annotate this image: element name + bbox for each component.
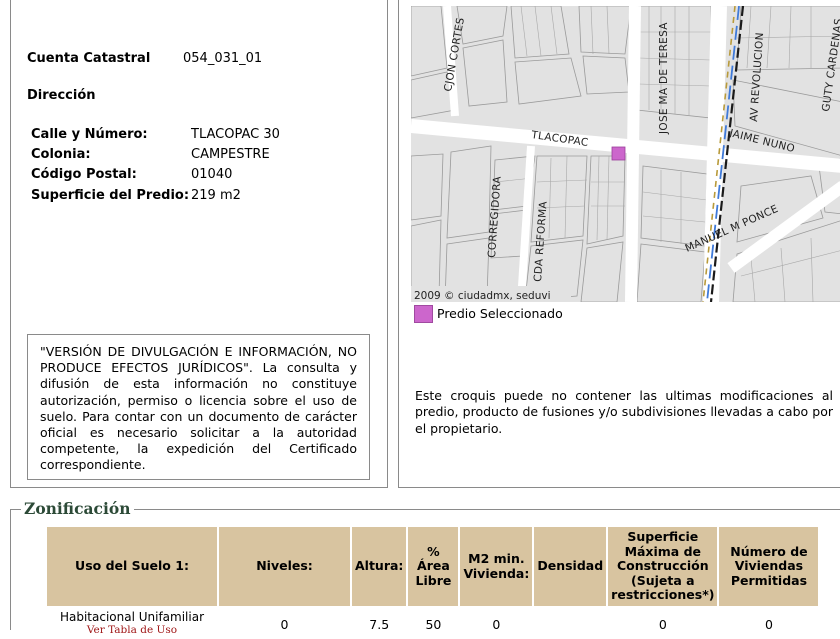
header-uso-suelo: Uso del Suelo 1: [47,527,217,606]
selected-parcel-legend-label: Predio Seleccionado [437,306,563,321]
zonificacion-table: Uso del Suelo 1: Niveles: Altura: % Área… [45,525,820,639]
header-m2-min-vivienda: M2 min. Vivienda: [460,527,533,606]
street-label-jose-ma-de-teresa: JOSE MA DE TERESA [658,22,670,135]
map-graphic: CJON CORTES JOSE MA DE TERESA AV REVOLUC… [411,6,840,302]
selected-parcel-legend-swatch [414,305,433,323]
cuenta-catastral-label: Cuenta Catastral [27,51,151,66]
calle-value: TLACOPAC 30 [191,127,280,142]
altura-cell: 7.5 [369,617,390,632]
croquis-note: Este croquis puede no contener las ultim… [415,388,833,436]
niveles-cell: 0 [280,617,289,632]
superficie-max-cell: 0 [658,617,667,632]
m2-min-cell: 0 [492,617,501,632]
map-credit: 2009 © ciudadmx, seduvi [414,290,551,302]
viviendas-cell: 0 [764,617,773,632]
codigo-postal-label: Código Postal: [31,167,137,182]
superficie-value: 219 m2 [191,188,241,203]
table-row: Habitacional Unifamiliar Ver Tabla de Us… [47,608,818,637]
ver-tabla-de-uso-link[interactable]: Ver Tabla de Uso [50,624,214,637]
zonificacion-left-border [10,509,11,630]
header-area-libre: % Área Libre [408,527,459,606]
calle-label: Calle y Número: [31,127,148,142]
header-superficie-maxima: Superficie Máxima de Construcción (Sujet… [608,527,718,606]
header-niveles: Niveles: [219,527,350,606]
selected-parcel[interactable] [611,146,626,161]
uso-suelo-value: Habitacional Unifamiliar [59,610,205,624]
zonificacion-divider [10,509,840,510]
header-numero-viviendas: Número de Viviendas Permitidas [719,527,819,606]
uso-suelo-cell: Habitacional Unifamiliar Ver Tabla de Us… [47,608,217,637]
densidad-cell [534,608,606,637]
colonia-label: Colonia: [31,147,91,162]
croquis-map[interactable]: CJON CORTES JOSE MA DE TERESA AV REVOLUC… [411,6,840,302]
direccion-heading: Dirección [27,88,96,103]
zonificacion-title: Zonificación [21,499,134,518]
cuenta-catastral-value: 054_031_01 [183,51,263,66]
disclaimer-box: "VERSIÓN DE DIVULGACIÓN E INFORMACIÓN, N… [27,334,370,480]
zonificacion-header-row: Uso del Suelo 1: Niveles: Altura: % Área… [47,527,819,606]
superficie-label: Superficie del Predio: [31,188,190,203]
header-densidad: Densidad [534,527,607,606]
colonia-value: CAMPESTRE [191,147,270,162]
header-altura: Altura: [352,527,407,606]
area-libre-cell: 50 [425,617,442,632]
codigo-postal-value: 01040 [191,167,233,182]
